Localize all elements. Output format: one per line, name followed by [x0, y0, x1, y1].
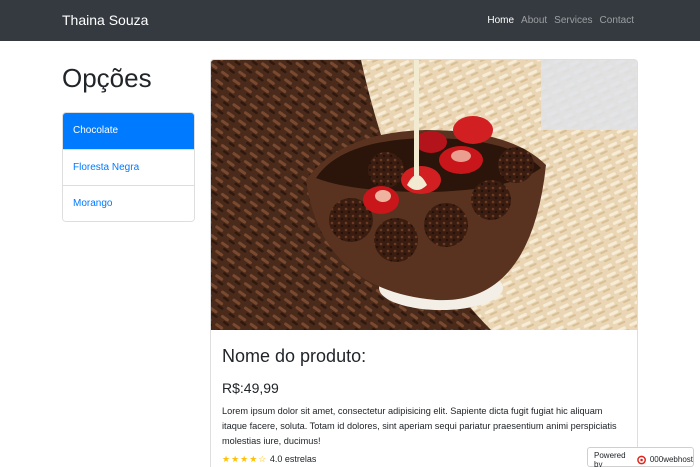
- product-price: R$:49,99: [222, 380, 279, 396]
- powered-by-badge[interactable]: Powered by 000webhost: [587, 447, 694, 467]
- nav-link-services[interactable]: Services: [554, 15, 592, 26]
- nav-link-about[interactable]: About: [521, 15, 547, 26]
- option-floresta-negra[interactable]: Floresta Negra: [63, 149, 194, 185]
- rating-text: 4.0 estrelas: [269, 454, 317, 464]
- options-list: Chocolate Floresta Negra Morango: [62, 112, 195, 222]
- nav-link-home[interactable]: Home: [487, 15, 514, 26]
- option-chocolate[interactable]: Chocolate: [63, 113, 194, 149]
- option-morango[interactable]: Morango: [63, 185, 194, 221]
- navbar-brand[interactable]: Thaina Souza: [62, 12, 148, 28]
- navbar: Thaina Souza Home About Services Contact: [0, 0, 700, 41]
- nav-link-contact[interactable]: Contact: [600, 15, 634, 26]
- card-body: Nome do produto: R$:49,99 Lorem ipsum do…: [222, 346, 628, 449]
- nav-links: Home About Services Contact: [487, 15, 634, 26]
- star-rating-icon: ★★★★☆: [222, 454, 268, 464]
- webhost-name: 000webhost: [649, 455, 693, 464]
- product-card: Nome do produto: R$:49,99 Lorem ipsum do…: [210, 59, 638, 467]
- product-description: Lorem ipsum dolor sit amet, consectetur …: [222, 406, 617, 446]
- sidebar-title: Opções: [62, 63, 152, 93]
- webhost-logo-icon: [636, 455, 646, 464]
- powered-by-label: Powered by: [594, 450, 626, 467]
- product-rating: ★★★★☆ 4.0 estrelas: [222, 454, 316, 465]
- product-image[interactable]: [211, 60, 638, 330]
- product-name: Nome do produto:: [222, 346, 367, 366]
